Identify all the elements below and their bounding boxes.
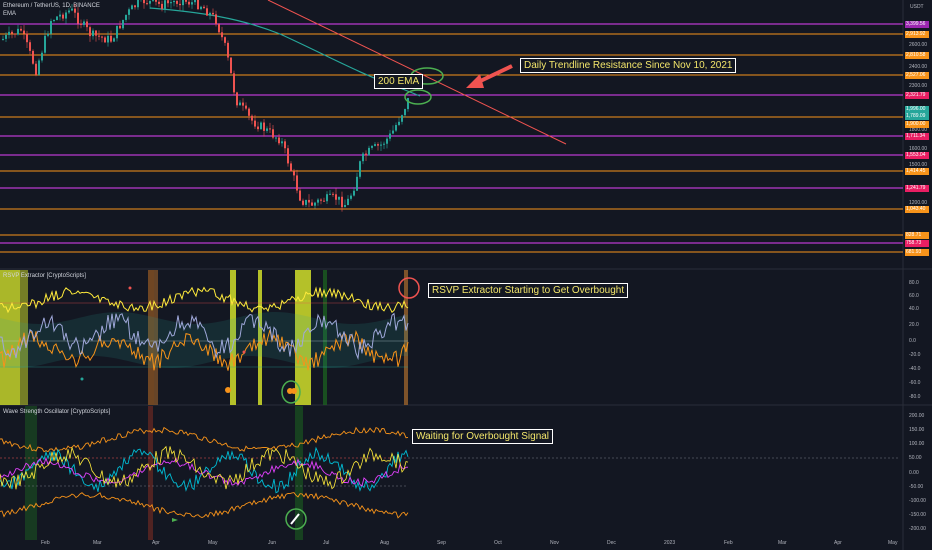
price-level-tag: 1,043.40 xyxy=(905,206,929,213)
price-tick: 2400.00 xyxy=(909,64,928,70)
time-tick: Apr xyxy=(834,540,842,546)
price-level-tag: 3,399.56 xyxy=(905,21,929,28)
time-tick: May xyxy=(888,540,898,546)
price-level-tag: 1,711.34 xyxy=(905,133,929,140)
wave-tick: 200.00 xyxy=(909,413,925,419)
time-tick: Mar xyxy=(778,540,787,546)
time-tick: Feb xyxy=(41,540,50,546)
price-level-tag: 1,241.79 xyxy=(905,185,929,192)
time-tick: Jul xyxy=(323,540,330,546)
price-level-tag: 681.93 xyxy=(905,249,929,256)
rsvp-tick: 20.0 xyxy=(909,322,919,328)
rsvp-tick: -80.0 xyxy=(909,394,921,400)
wave-tick: 150.00 xyxy=(909,427,925,433)
price-level-tag: 828.71 xyxy=(905,232,929,239)
trendline-annotation[interactable]: Daily Trendline Resistance Since Nov 10,… xyxy=(520,58,737,73)
time-tick: Aug xyxy=(380,540,389,546)
rsvp-tick: -20.0 xyxy=(909,352,921,358)
rsvp-pane-title[interactable]: RSVP Extractor [CryptoScripts] xyxy=(3,273,86,279)
price-level-tag: 1,414.45 xyxy=(905,168,929,175)
rsvp-tick: 80.0 xyxy=(909,280,919,286)
ema-highlight-circle xyxy=(404,89,432,105)
price-level-tag: 2,913.92 xyxy=(905,31,929,38)
time-tick: 2023 xyxy=(664,540,676,546)
wave-tick: 50.00 xyxy=(909,455,922,461)
price-candles xyxy=(2,0,409,212)
horizontal-levels xyxy=(0,23,903,253)
time-tick: May xyxy=(208,540,218,546)
time-tick: Sep xyxy=(437,540,446,546)
time-tick: Apr xyxy=(152,540,160,546)
rsvp-tick: -40.0 xyxy=(909,366,921,372)
wave-pane-title[interactable]: Wave Strength Oscillator [CryptoScripts] xyxy=(3,409,110,415)
wave-tick: 100.00 xyxy=(909,441,925,447)
ema-annotation[interactable]: 200 EMA xyxy=(374,74,424,89)
rsvp-tick: 0.0 xyxy=(909,338,916,344)
annotation-arrow-head xyxy=(466,74,484,88)
time-tick: Jun xyxy=(268,540,277,546)
rsvp-annotation[interactable]: RSVP Extractor Starting to Get Overbough… xyxy=(428,283,629,298)
price-tick: 2300.00 xyxy=(909,83,928,89)
price-level-tag: 2,527.06 xyxy=(905,72,929,79)
price-level-tag: 1,900.00 xyxy=(905,121,929,128)
price-level-tag: 1,996.00 xyxy=(905,106,929,113)
rsvp-tick: 40.0 xyxy=(909,306,919,312)
price-level-tag: 2,321.79 xyxy=(905,92,929,99)
chart-canvas[interactable] xyxy=(0,0,932,550)
wave-tick: -100.00 xyxy=(909,498,926,504)
price-level-tag: 1,789.09 xyxy=(905,113,929,120)
time-tick: Nov xyxy=(550,540,559,546)
rsvp-tick: -60.0 xyxy=(909,380,921,386)
price-tick: 2600.00 xyxy=(909,42,928,48)
time-tick: Oct xyxy=(494,540,502,546)
wave-pane xyxy=(0,406,900,540)
rsvp-pane xyxy=(0,270,409,405)
price-level-tag: 758.73 xyxy=(905,240,929,247)
wave-tick: 0.00 xyxy=(909,470,919,476)
rsvp-overbought-circle xyxy=(398,277,420,299)
wave-tick: -50.00 xyxy=(909,484,924,490)
time-tick: Mar xyxy=(93,540,102,546)
price-level-tag: 1,553.04 xyxy=(905,152,929,159)
price-level-tag: 2,810.58 xyxy=(905,52,929,59)
wave-annotation[interactable]: Waiting for Overbought Signal xyxy=(412,429,554,444)
time-tick: Dec xyxy=(607,540,616,546)
wave-tick: -200.00 xyxy=(909,526,926,532)
wave-tick: -150.00 xyxy=(909,512,926,518)
rsvp-tick: 60.0 xyxy=(909,293,919,299)
time-tick: Feb xyxy=(724,540,733,546)
